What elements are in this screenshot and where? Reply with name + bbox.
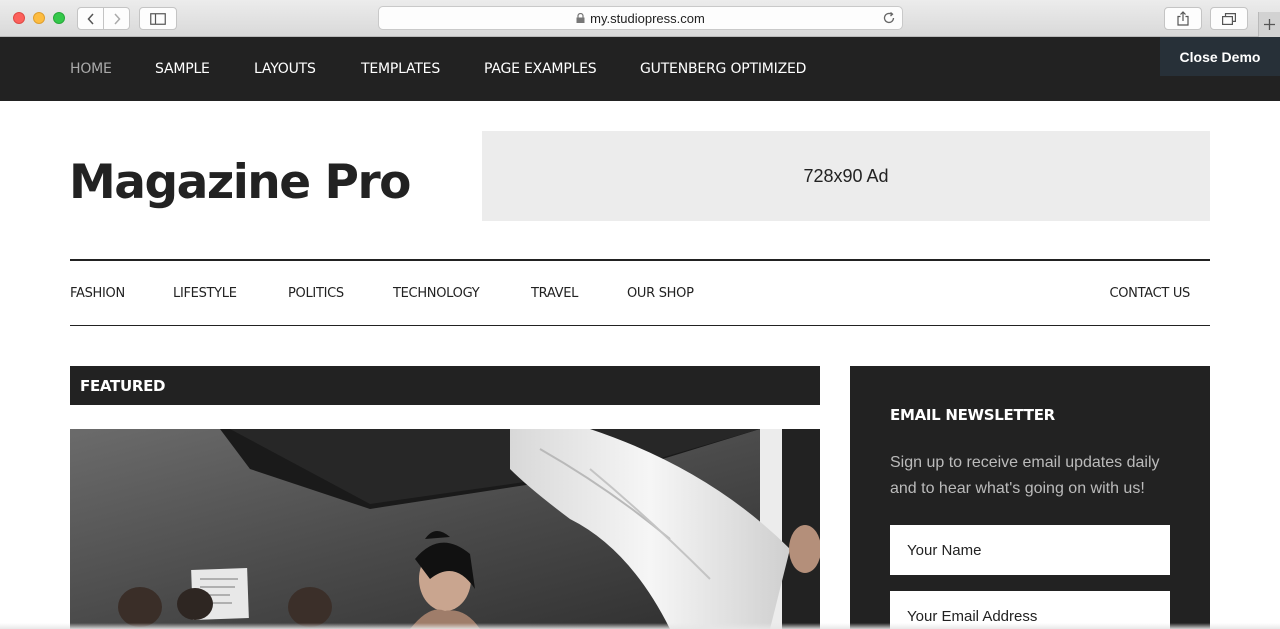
secondary-nav-fashion[interactable]: FASHION bbox=[70, 286, 125, 301]
lock-icon bbox=[576, 13, 585, 23]
featured-image[interactable] bbox=[70, 429, 820, 629]
featured-heading: FEATURED bbox=[80, 377, 166, 395]
new-tab-button[interactable] bbox=[1258, 12, 1280, 37]
zoom-window-button[interactable] bbox=[53, 12, 65, 24]
newsletter-description: Sign up to receive email updates daily a… bbox=[890, 454, 1160, 497]
url-text: my.studiopress.com bbox=[590, 10, 705, 26]
featured-section-header: FEATURED bbox=[70, 366, 820, 405]
top-nav-templates[interactable]: TEMPLATES bbox=[361, 61, 440, 77]
address-bar[interactable]: my.studiopress.com bbox=[378, 6, 903, 30]
sidebar-toggle-button[interactable] bbox=[139, 7, 177, 30]
forward-button[interactable] bbox=[103, 8, 129, 29]
window-bottom-edge bbox=[0, 623, 1280, 629]
top-nav-page-examples[interactable]: PAGE EXAMPLES bbox=[484, 61, 597, 77]
top-navigation: HOME SAMPLE LAYOUTS TEMPLATES PAGE EXAMP… bbox=[0, 37, 1280, 101]
browser-toolbar: my.studiopress.com bbox=[0, 0, 1280, 37]
top-nav-sample[interactable]: SAMPLE bbox=[155, 61, 210, 77]
secondary-nav-politics[interactable]: POLITICS bbox=[288, 286, 344, 301]
tabs-overview-button[interactable] bbox=[1210, 7, 1248, 30]
site-title[interactable]: Magazine Pro bbox=[69, 155, 411, 210]
close-window-button[interactable] bbox=[13, 12, 25, 24]
newsletter-title: EMAIL NEWSLETTER bbox=[890, 406, 1055, 424]
name-input[interactable] bbox=[890, 525, 1170, 575]
chevron-right-icon bbox=[113, 12, 121, 25]
secondary-nav-contact-us[interactable]: CONTACT US bbox=[1109, 286, 1190, 301]
top-nav-layouts[interactable]: LAYOUTS bbox=[254, 61, 316, 77]
ad-label: 728x90 Ad bbox=[803, 165, 889, 186]
tabs-icon bbox=[1222, 12, 1236, 25]
secondary-nav-technology[interactable]: TECHNOLOGY bbox=[393, 286, 480, 301]
secondary-nav-lifestyle[interactable]: LIFESTYLE bbox=[173, 286, 237, 301]
photo-illustration bbox=[70, 429, 820, 629]
secondary-nav-travel[interactable]: TRAVEL bbox=[531, 286, 578, 301]
back-button[interactable] bbox=[78, 8, 103, 29]
plus-icon bbox=[1264, 19, 1275, 30]
share-button[interactable] bbox=[1164, 7, 1202, 30]
chevron-left-icon bbox=[86, 12, 94, 25]
close-demo-button[interactable]: Close Demo bbox=[1160, 37, 1280, 76]
email-newsletter-widget: EMAIL NEWSLETTER Sign up to receive emai… bbox=[850, 366, 1210, 629]
minimize-window-button[interactable] bbox=[33, 12, 45, 24]
sidebar-icon bbox=[150, 12, 166, 25]
top-nav-gutenberg-optimized[interactable]: GUTENBERG OPTIMIZED bbox=[640, 61, 806, 77]
reload-icon[interactable] bbox=[882, 11, 896, 25]
secondary-navigation: FASHION LIFESTYLE POLITICS TECHNOLOGY TR… bbox=[70, 259, 1210, 326]
secondary-nav-our-shop[interactable]: OUR SHOP bbox=[627, 286, 694, 301]
history-nav bbox=[77, 7, 130, 30]
top-nav-home[interactable]: HOME bbox=[70, 61, 112, 77]
share-icon bbox=[1177, 11, 1189, 26]
header-ad[interactable]: 728x90 Ad bbox=[482, 131, 1210, 221]
